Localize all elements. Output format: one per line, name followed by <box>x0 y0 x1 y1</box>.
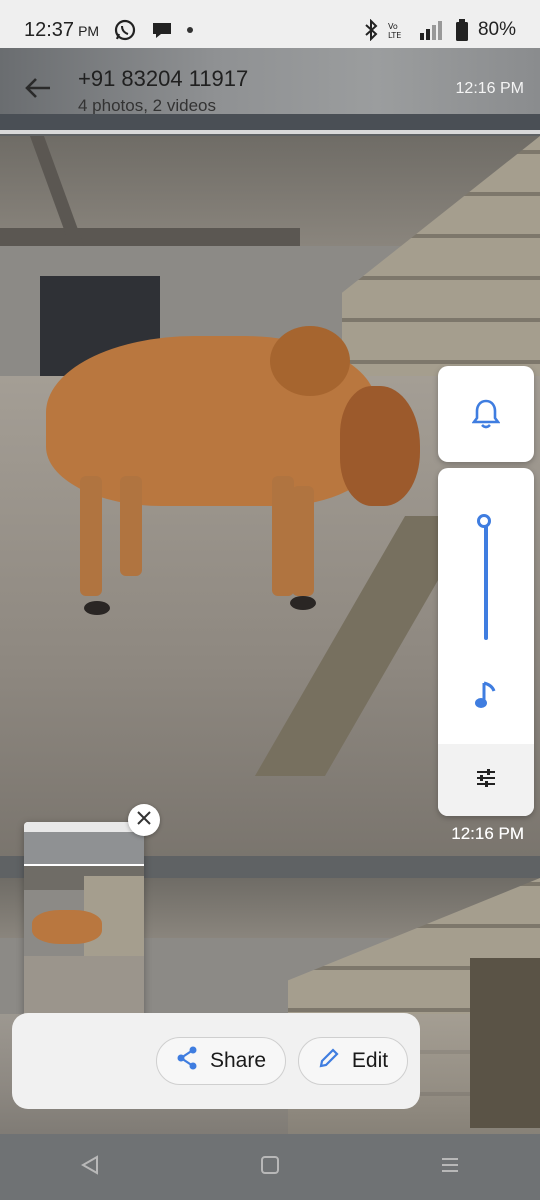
nav-home-button[interactable] <box>240 1147 300 1187</box>
status-left: 12:37 PM <box>24 18 194 42</box>
battery-percent: 80% <box>477 19 516 40</box>
volume-settings-button[interactable] <box>438 744 534 816</box>
battery-icon <box>455 19 468 41</box>
panel-timestamp: 12:16 PM <box>451 824 524 843</box>
volume-slider-thumb[interactable] <box>477 514 491 528</box>
volte-icon: Vo LTE <box>388 20 406 40</box>
back-icon <box>79 1154 101 1181</box>
photo-cow-leg <box>120 476 142 576</box>
photo-cow-leg <box>272 476 294 596</box>
chat-bubble-icon <box>151 20 173 40</box>
music-note-icon <box>474 680 498 717</box>
bell-icon <box>471 398 501 435</box>
volume-panel <box>438 468 534 816</box>
close-icon <box>136 810 152 831</box>
notification-dot <box>187 27 194 33</box>
svg-text:LTE: LTE <box>388 31 401 40</box>
status-right: Vo LTE 80% <box>364 19 516 41</box>
photo-cow-leg <box>80 476 102 596</box>
chat-header: +91 83204 11917 4 photos, 2 videos 12:16… <box>0 48 540 130</box>
nav-recents-button[interactable] <box>420 1147 480 1187</box>
thumb-photo <box>24 866 144 1026</box>
edit-label: Edit <box>351 1049 389 1072</box>
share-label: Share <box>209 1049 267 1072</box>
photo-doorway <box>470 958 540 1128</box>
lte-signal-icon <box>416 19 446 41</box>
nav-back-button[interactable] <box>60 1147 120 1187</box>
photo-cow-head <box>340 386 420 506</box>
photo-cow-hoof <box>84 601 110 615</box>
status-time: 12:37 PM <box>24 19 99 42</box>
pencil-icon <box>318 1047 340 1075</box>
equalizer-settings-icon <box>475 768 497 793</box>
home-icon <box>259 1154 281 1181</box>
svg-text:Vo: Vo <box>388 22 398 31</box>
bluetooth-icon <box>364 19 378 41</box>
recents-icon <box>439 1154 461 1181</box>
header-timestamp: 12:16 PM <box>455 80 524 97</box>
photo-cow-hump <box>270 326 350 396</box>
clock-ampm: PM <box>78 22 100 39</box>
photo-beam <box>0 228 300 246</box>
contact-name[interactable]: +91 83204 11917 <box>78 66 248 92</box>
photo-cow-hoof <box>290 596 316 610</box>
screenshot-action-bar: Share Edit <box>12 1013 420 1109</box>
back-arrow-icon[interactable] <box>24 76 52 105</box>
photo-cow-leg <box>292 486 314 596</box>
navigation-bar <box>0 1134 540 1200</box>
ringer-mode-button[interactable] <box>438 366 534 462</box>
volume-slider-track[interactable] <box>484 522 488 640</box>
clock-time: 12:37 <box>24 18 75 41</box>
whatsapp-icon <box>113 18 137 42</box>
thumb-cow <box>32 910 102 944</box>
thumb-header <box>24 832 144 864</box>
thumb-statusbar <box>24 822 144 832</box>
media-summary: 4 photos, 2 videos <box>78 96 216 115</box>
share-button[interactable]: Share <box>156 1037 286 1085</box>
share-icon <box>176 1046 198 1076</box>
header-divider <box>0 130 540 134</box>
edit-button[interactable]: Edit <box>298 1037 408 1085</box>
close-preview-button[interactable] <box>128 804 160 836</box>
